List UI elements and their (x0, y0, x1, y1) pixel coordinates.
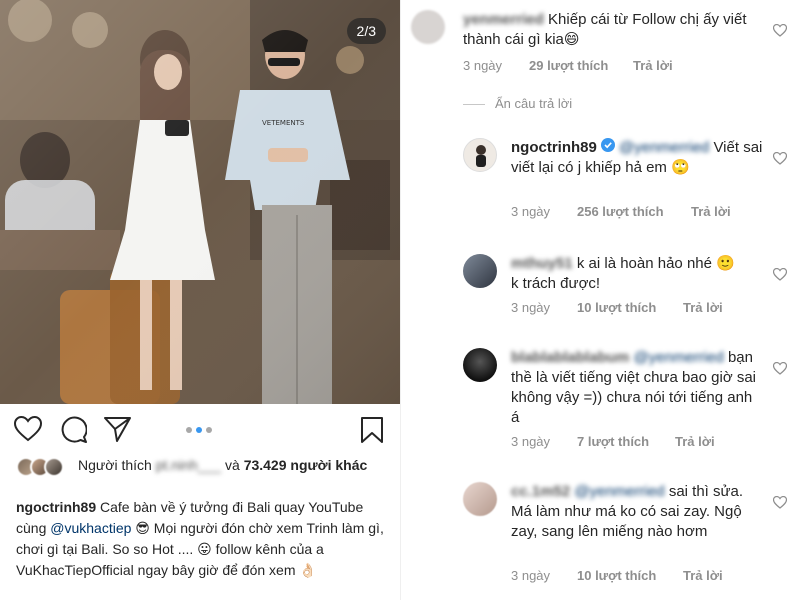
likes-summary: Người thích pt.ninh___ và 73.429 người k… (16, 455, 386, 495)
carousel-dot[interactable] (186, 427, 192, 433)
caption-emoji-3: 👌🏻 (299, 562, 317, 578)
heart-icon[interactable] (13, 415, 43, 447)
slide-counter: 2/3 (346, 18, 386, 44)
carousel-dots (186, 427, 212, 433)
comment-time: 3 ngày (511, 300, 551, 315)
comment-emoji: 🙂 (716, 255, 735, 272)
comment-emoji: 😄 (563, 31, 580, 48)
comment-meta: 3 ngày 29 lượt thích Trả lời (463, 58, 673, 73)
comment-username[interactable]: yenmerried (463, 11, 544, 28)
comment-text: k ai là hoàn hảo nhé (576, 255, 712, 272)
comment-time: 3 ngày (463, 58, 503, 73)
comment-body: yenmerried Khiếp cái từ Follow chị ấy vi… (463, 10, 763, 50)
hide-replies-label[interactable]: Ẩn câu trả lời (495, 96, 572, 111)
comment-mention[interactable]: @yenmerried (634, 349, 724, 366)
comment-heart-icon[interactable] (772, 361, 788, 380)
avatar[interactable] (411, 10, 445, 44)
liker-avatars (16, 457, 74, 477)
comment-username[interactable]: blablablablabum (511, 349, 629, 366)
comment-body: mthuy51 k ai là hoàn hảo nhé 🙂 k trách đ… (511, 254, 763, 294)
comment-likes[interactable]: 10 lượt thích (577, 300, 683, 315)
comment-time: 3 ngày (511, 434, 551, 449)
caption-mention[interactable]: @vukhactiep (50, 520, 131, 536)
avatar-image (476, 145, 486, 167)
comments-panel: yenmerried Khiếp cái từ Follow chị ấy vi… (400, 0, 800, 600)
comment-username[interactable]: ngoctrinh89 (511, 139, 597, 156)
likes-prefix: Người thích (78, 457, 152, 473)
comment-body: ngoctrinh89 @yenmerried Viết sai viết lạ… (511, 138, 763, 178)
comment-username[interactable]: cc.1m52 (511, 483, 570, 500)
reply-button[interactable]: Trả lời (683, 568, 723, 583)
divider-line (463, 104, 485, 106)
caption-username[interactable]: ngoctrinh89 (16, 499, 96, 515)
avatar[interactable] (463, 482, 497, 516)
avatar[interactable] (463, 348, 497, 382)
post-panel: VETEMENTS 2/3 Người thích pt.ninh___ và … (0, 0, 400, 600)
likes-text: Người thích pt.ninh___ và 73.429 người k… (78, 455, 378, 475)
post-photo[interactable]: VETEMENTS 2/3 (0, 0, 400, 404)
comment-meta: 3 ngày 10 lượt thích Trả lời (511, 300, 723, 315)
caption-emoji-1: 😎 (135, 520, 150, 536)
reply-button[interactable]: Trả lời (691, 204, 731, 219)
caption-emoji-2: 😛 (197, 541, 212, 557)
comment-heart-icon[interactable] (772, 151, 788, 170)
comment-emoji: 🙄 (671, 159, 690, 177)
comment-icon[interactable] (60, 416, 88, 448)
avatar[interactable] (463, 138, 497, 172)
comment-body: cc.1m52 @yenmerried sai thì sửa. Má làm … (511, 482, 763, 542)
likes-suffix[interactable]: người khác (290, 457, 367, 473)
avatar[interactable] (463, 254, 497, 288)
carousel-dot[interactable] (206, 427, 212, 433)
comment-body: blablablablabum @yenmerried bạn thề là v… (511, 348, 763, 428)
cafe-photo-illustration: VETEMENTS (0, 0, 400, 404)
avatar (44, 457, 64, 477)
comment-heart-icon[interactable] (772, 495, 788, 514)
post-caption: ngoctrinh89 Cafe bàn về ý tưởng đi Bali … (16, 497, 386, 581)
reply-button[interactable]: Trả lời (675, 434, 715, 449)
bookmark-icon[interactable] (360, 416, 384, 449)
comment-likes[interactable]: 256 lượt thích (577, 204, 691, 219)
hide-replies-toggle[interactable]: Ẩn câu trả lời (463, 96, 572, 111)
comment-likes[interactable]: 10 lượt thích (577, 568, 683, 583)
share-icon[interactable] (104, 416, 131, 447)
comment-meta: 3 ngày 256 lượt thích Trả lời (511, 204, 731, 219)
comment-time: 3 ngày (511, 568, 551, 583)
comment-meta: 3 ngày 7 lượt thích Trả lời (511, 434, 715, 449)
comment-likes[interactable]: 29 lượt thích (529, 58, 633, 73)
comment-meta: 3 ngày 10 lượt thích Trả lời (511, 568, 723, 583)
comment-heart-icon[interactable] (772, 23, 788, 42)
comment-text-continued: k trách được! (511, 275, 601, 292)
carousel-dot-active[interactable] (196, 427, 202, 433)
reply-button[interactable]: Trả lời (633, 58, 673, 73)
comment-username[interactable]: mthuy51 (511, 255, 573, 272)
verified-icon (600, 138, 615, 158)
reply-button[interactable]: Trả lời (683, 300, 723, 315)
blurred-username: pt.ninh___ (155, 457, 222, 473)
likes-connector: và (225, 457, 240, 473)
comment-heart-icon[interactable] (772, 267, 788, 286)
likes-count[interactable]: 73.429 (244, 457, 287, 473)
comment-likes[interactable]: 7 lượt thích (577, 434, 675, 449)
comment-mention[interactable]: @yenmerried (619, 139, 709, 156)
comment-mention[interactable]: @yenmerried (574, 483, 664, 500)
comment-time: 3 ngày (511, 204, 551, 219)
